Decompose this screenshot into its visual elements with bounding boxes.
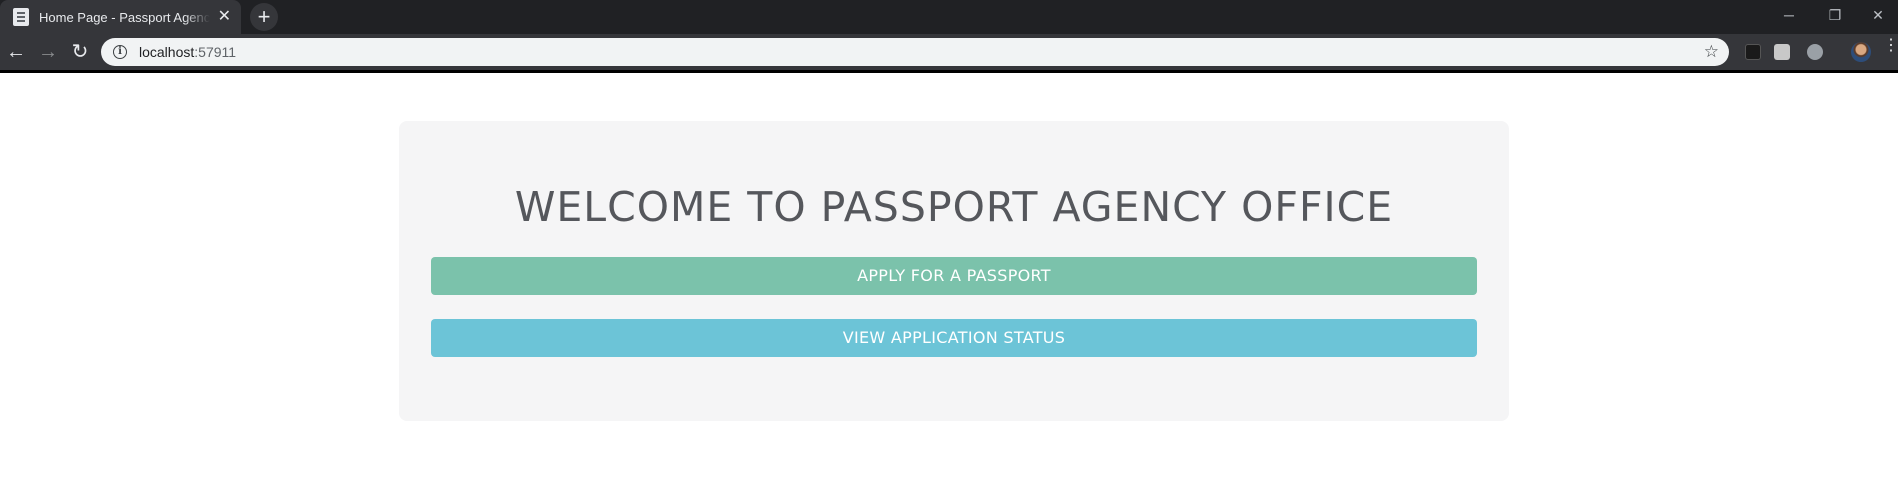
forward-button[interactable]: → (34, 38, 62, 66)
url-host: localhost (139, 44, 195, 60)
cube-extension-icon[interactable] (1745, 44, 1761, 60)
bookmark-star-icon[interactable]: ☆ (1704, 42, 1719, 62)
address-bar[interactable]: i localhost:57911 ☆ (101, 38, 1729, 66)
minimize-button[interactable]: ─ (1766, 0, 1812, 30)
url-port: :57911 (194, 44, 237, 60)
tab-title: Home Page - Passport Agency Office (39, 9, 210, 25)
browser-menu-icon[interactable]: ⋮ (1883, 38, 1898, 62)
restore-button[interactable]: ❐ (1812, 0, 1858, 30)
reload-button[interactable]: ↻ (66, 38, 94, 66)
page-document-icon (13, 8, 29, 26)
welcome-card: WELCOME TO PASSPORT AGENCY OFFICE APPLY … (399, 121, 1509, 421)
media-extension-icon[interactable] (1774, 44, 1790, 60)
apply-passport-button[interactable]: APPLY FOR A PASSPORT (431, 257, 1477, 295)
new-tab-button[interactable]: + (250, 3, 278, 31)
site-info-icon[interactable]: i (113, 45, 127, 59)
profile-avatar[interactable] (1851, 42, 1871, 62)
spiral-extension-icon[interactable] (1807, 44, 1823, 60)
url-text[interactable]: localhost:57911 (139, 44, 1704, 60)
view-status-button[interactable]: VIEW APPLICATION STATUS (431, 319, 1477, 357)
close-window-button[interactable]: ✕ (1858, 0, 1898, 30)
browser-tabstrip: Home Page - Passport Agency Office ✕ + ─… (0, 0, 1898, 34)
page-title: WELCOME TO PASSPORT AGENCY OFFICE (514, 183, 1394, 231)
back-button[interactable]: ← (2, 38, 30, 66)
browser-toolbar: ← → ↻ i localhost:57911 ☆ ⋮ (0, 34, 1898, 70)
window-controls: ─ ❐ ✕ (1766, 0, 1898, 30)
chrome-divider (0, 70, 1898, 73)
browser-tab[interactable]: Home Page - Passport Agency Office ✕ (0, 0, 241, 34)
tab-close-icon[interactable]: ✕ (218, 9, 231, 25)
